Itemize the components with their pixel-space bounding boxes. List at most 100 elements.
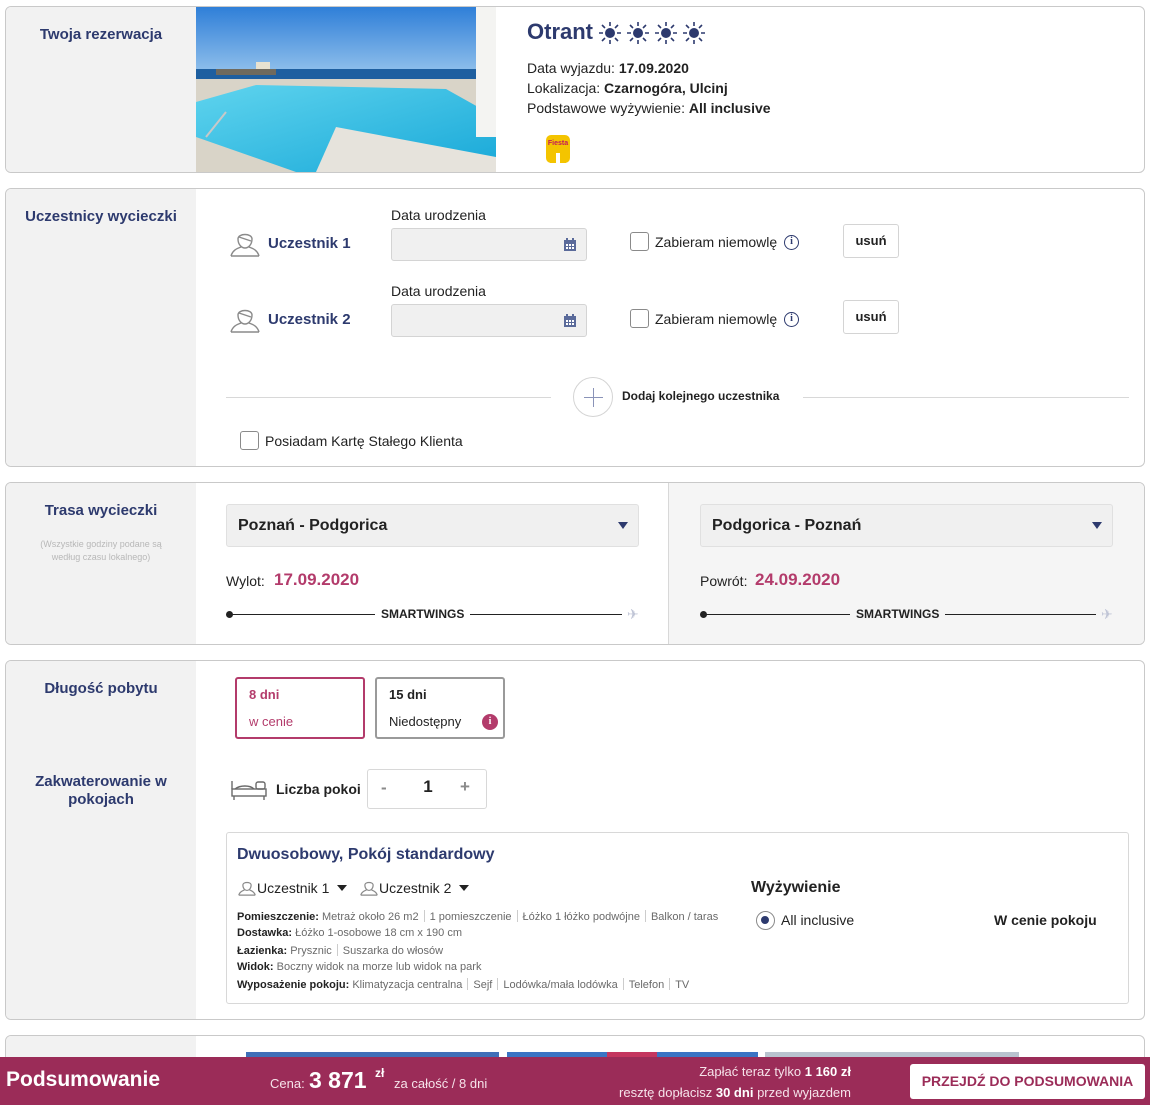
board-radio-all-inclusive[interactable]	[756, 911, 775, 930]
bed-icon	[230, 777, 268, 806]
spec-value: Łóżko 1-osobowe 18 cm x 190 cm	[295, 927, 463, 939]
rooms-stepper[interactable]: - 1 +	[367, 769, 487, 809]
spec-label: Dostawka:	[237, 927, 293, 939]
location-info: Lokalizacja: Czarnogóra, Ulcinj	[527, 80, 728, 96]
price-label: Cena:	[270, 1076, 305, 1091]
sun-icon	[655, 22, 677, 44]
sun-icon	[627, 22, 649, 44]
route-sidebar: Trasa wycieczki (Wszystkie godziny podan…	[6, 483, 196, 644]
divider	[336, 944, 338, 956]
chevron-down-icon	[1092, 522, 1102, 529]
add-participant-button[interactable]	[573, 377, 613, 417]
board-option-label: All inclusive	[781, 912, 855, 928]
info-icon[interactable]: i	[784, 312, 799, 327]
duration-status: w cenie	[249, 714, 294, 729]
birthdate-label: Data urodzenia	[391, 283, 486, 299]
info-icon[interactable]: i	[784, 235, 799, 250]
pay-rest-value: 30 dni	[715, 1085, 754, 1100]
plane-icon: ✈	[627, 606, 639, 622]
increase-button[interactable]: +	[460, 777, 470, 797]
svg-text:Fiesta: Fiesta	[548, 140, 568, 147]
room-title[interactable]: Dwuosobowy, Pokój standardowy	[237, 846, 495, 864]
duration-option-8[interactable]: 8 dni w cenie	[235, 677, 365, 739]
pay-rest-prefix: resztę dopłacisz	[619, 1085, 713, 1100]
caret-down-icon	[459, 884, 470, 891]
loyalty-card-label: Posiadam Kartę Stałego Klienta	[265, 433, 463, 449]
spec-value: TV	[675, 979, 690, 991]
spec-value: Boczny widok na morze lub widok na park	[276, 961, 482, 973]
decrease-button[interactable]: -	[381, 778, 387, 798]
remove-participant-2-button[interactable]: usuń	[843, 300, 899, 334]
departure-value: 17.09.2020	[618, 60, 689, 76]
remove-participant-1-button[interactable]: usuń	[843, 224, 899, 258]
sun-icon	[683, 22, 705, 44]
board-price-note: W cenie pokoju	[994, 912, 1097, 928]
infant-checkbox-1[interactable]	[630, 232, 649, 251]
divider	[497, 978, 499, 990]
room-spec-row: Dostawka: Łóżko 1-osobowe 18 cm x 190 cm	[237, 927, 462, 939]
room-participant-label: Uczestnik 2	[379, 879, 452, 896]
person-icon	[360, 881, 378, 896]
fiesta-club-logo: Fiesta	[544, 133, 572, 170]
reservation-card: Twoja rezerwacja Otrant Data wyjazdu: 17…	[5, 6, 1145, 173]
birthdate-input-2[interactable]	[391, 304, 587, 337]
room-spec-row: Wyposażenie pokoju: Klimatyzacja central…	[237, 978, 689, 991]
outbound-route-select[interactable]: Poznań - Podgorica	[226, 504, 639, 547]
outbound-route-value: Poznań - Podgorica	[238, 517, 388, 534]
spec-value: Łóżko 1 łóżko podwójne	[522, 911, 640, 923]
duration-option-15[interactable]: 15 dni Niedostępny i	[375, 677, 505, 739]
spec-value: Klimatyzacja centralna	[352, 979, 463, 991]
birthdate-input-1[interactable]	[391, 228, 587, 261]
hotel-photo	[196, 7, 496, 172]
room-spec-row: Widok: Boczny widok na morze lub widok n…	[237, 961, 481, 973]
caret-down-icon	[337, 884, 348, 891]
inbound-label: Powrót:	[700, 573, 748, 589]
add-participant-label[interactable]: Dodaj kolejnego uczestnika	[622, 389, 779, 403]
divider	[226, 397, 551, 398]
infant-checkbox-2[interactable]	[630, 309, 649, 328]
board-value: All inclusive	[688, 100, 771, 116]
room-card: Dwuosobowy, Pokój standardowy Uczestnik …	[226, 832, 1129, 1004]
inbound-route-select[interactable]: Podgorica - Poznań	[700, 504, 1113, 547]
price-value: 3 871	[309, 1067, 367, 1093]
board-label: Podstawowe wyżywienie:	[527, 100, 685, 116]
divider	[803, 397, 1129, 398]
room-participant-select-1[interactable]: Uczestnik 1	[237, 879, 348, 896]
stay-card: Długość pobytu Zakwaterowanie w pokojach…	[5, 660, 1145, 1020]
loyalty-card-checkbox[interactable]	[240, 431, 259, 450]
divider	[516, 910, 518, 922]
spec-value: 1 pomieszczenie	[429, 911, 512, 923]
spec-label: Pomieszczenie:	[237, 911, 319, 923]
inbound-panel: Podgorica - Poznań Powrót: 24.09.2020 SM…	[668, 483, 1144, 644]
spec-value: Prysznic	[290, 945, 332, 957]
outbound-label: Wylot:	[226, 573, 265, 589]
route-note: (Wszystkie godziny podane są według czas…	[40, 539, 162, 562]
pay-now-value: 1 160 zł	[804, 1064, 851, 1079]
outbound-airline: SMARTWINGS	[375, 607, 471, 621]
room-spec-row: Łazienka: Prysznic Suszarka do włosów	[237, 944, 443, 957]
reservation-title: Twoja rezerwacja	[39, 26, 163, 43]
divider	[644, 910, 646, 922]
go-to-summary-button[interactable]: PRZEJDŹ DO PODSUMOWANIA	[910, 1064, 1145, 1099]
duration-days: 15 dni	[389, 687, 427, 702]
calendar-icon[interactable]	[563, 314, 577, 328]
board-info: Podstawowe wyżywienie: All inclusive	[527, 100, 771, 116]
spec-value: Sejf	[473, 979, 493, 991]
spec-label: Wyposażenie pokoju:	[237, 979, 350, 991]
calendar-icon[interactable]	[563, 238, 577, 252]
stay-title: Długość pobytu	[44, 680, 158, 697]
person-icon	[238, 881, 256, 896]
price-suffix: za całość / 8 dni	[394, 1076, 488, 1091]
summary-title: Podsumowanie	[6, 1068, 161, 1091]
room-participant-select-2[interactable]: Uczestnik 2	[359, 879, 470, 896]
hotel-rating	[598, 21, 706, 45]
sun-icon	[599, 22, 621, 44]
spec-label: Łazienka:	[237, 945, 288, 957]
summary-bar: Podsumowanie Cena: 3 871 zł za całość / …	[0, 1057, 1150, 1105]
hotel-name[interactable]: Otrant	[527, 19, 593, 45]
info-icon[interactable]: i	[482, 714, 498, 730]
infant-label-2: Zabieram niemowlę	[655, 311, 778, 327]
plane-icon: ✈	[1101, 606, 1113, 622]
spec-value: Balkon / taras	[650, 911, 719, 923]
pay-rest-text: resztę dopłacisz 30 dni przed wyjazdem	[619, 1085, 851, 1100]
